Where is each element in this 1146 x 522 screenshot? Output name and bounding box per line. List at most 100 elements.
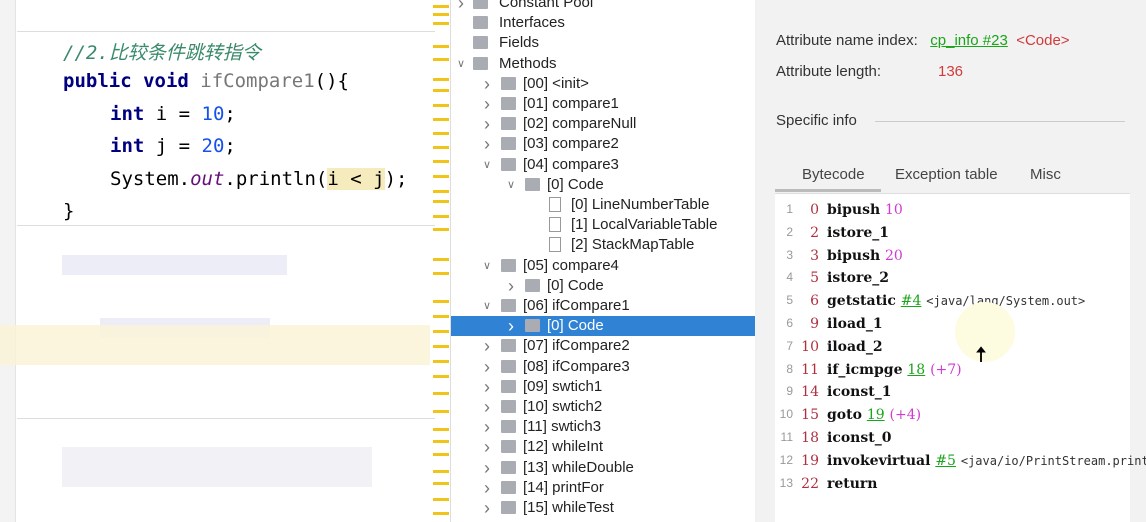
tree-item-label: [12] whileInt <box>523 438 604 456</box>
stripe-mark <box>433 160 449 163</box>
tree-item[interactable]: Fields <box>451 33 756 53</box>
operand: 10 <box>885 202 903 218</box>
tree-item[interactable]: › [10] swtich2 <box>451 397 756 417</box>
line-number: 6 <box>786 316 793 330</box>
chevron-down-icon[interactable]: ∨ <box>505 175 517 195</box>
tree-item[interactable]: ∨ [05] compare4 <box>451 256 756 276</box>
tree-item[interactable]: › [00] <init> <box>451 74 756 94</box>
tree-item[interactable]: ∨ [04] compare3 <box>451 155 756 175</box>
tree-item[interactable]: Interfaces <box>451 13 756 33</box>
operand-comment: (+7) <box>930 361 962 378</box>
tree-item[interactable]: › [0] Code <box>451 316 756 337</box>
folder-icon <box>501 117 516 131</box>
code-line-2: int j = 20; <box>110 135 236 157</box>
chevron-down-icon[interactable]: ∨ <box>481 256 493 276</box>
tree-item[interactable]: ∨ Methods <box>451 54 756 74</box>
tree-item[interactable]: › [02] compareNull <box>451 114 756 134</box>
chevron-right-icon[interactable]: › <box>455 0 467 13</box>
chevron-right-icon[interactable]: › <box>481 94 493 114</box>
stripe-mark <box>433 132 449 135</box>
chevron-right-icon[interactable]: › <box>505 276 517 296</box>
chevron-right-icon[interactable]: › <box>481 498 493 518</box>
chevron-right-icon[interactable]: › <box>505 316 517 336</box>
folder-icon <box>501 400 516 413</box>
file-icon <box>549 197 561 212</box>
tab-misc[interactable]: Misc <box>1030 166 1061 183</box>
operand-comment: (+4) <box>889 407 922 424</box>
tree-item-label: [1] LocalVariableTable <box>571 216 718 234</box>
tree-item[interactable]: › [07] ifCompare2 <box>451 336 756 356</box>
code-editor[interactable]: //2.比较条件跳转指令 public void ifCompare1(){ i… <box>0 0 450 522</box>
tree-item[interactable]: [1] LocalVariableTable <box>451 215 756 235</box>
tree-item[interactable]: › [08] ifCompare3 <box>451 357 756 377</box>
tree-item-label: [04] compare3 <box>523 155 619 173</box>
chevron-down-icon[interactable]: ∨ <box>455 54 467 74</box>
chevron-right-icon[interactable]: › <box>481 114 493 134</box>
cp-info-link[interactable]: cp_info #23 <box>930 32 1008 49</box>
tree-item[interactable]: › [0] Code <box>451 276 756 296</box>
error-stripe[interactable] <box>433 0 449 522</box>
chevron-right-icon[interactable]: › <box>481 417 493 437</box>
tree-item[interactable]: ∨ [0] Code <box>451 175 756 195</box>
stripe-mark <box>433 330 449 333</box>
chevron-down-icon[interactable]: ∨ <box>481 155 493 175</box>
tree-item[interactable]: › [13] whileDouble <box>451 458 756 478</box>
line-number: 9 <box>786 384 793 399</box>
tab-bytecode[interactable]: Bytecode <box>802 166 865 183</box>
instruction: goto 19 (+4) <box>827 407 922 424</box>
chevron-right-icon[interactable]: › <box>481 478 493 498</box>
tree-item-label: [02] compareNull <box>523 115 637 133</box>
operand[interactable]: 18 <box>907 362 925 378</box>
chevron-right-icon[interactable]: › <box>481 377 493 397</box>
stripe-mark <box>433 392 449 395</box>
chevron-down-icon[interactable]: ∨ <box>481 296 493 316</box>
folder-icon <box>501 97 516 110</box>
chevron-right-icon[interactable]: › <box>481 397 493 417</box>
tree-item-label: [08] ifCompare3 <box>523 357 630 375</box>
tree-item[interactable]: › [01] compare1 <box>451 94 756 114</box>
tree-item-label: Constant Pool <box>499 0 594 11</box>
tree-item[interactable]: › Constant Pool <box>451 0 756 13</box>
tree-item[interactable]: › [11] swtich3 <box>451 417 756 437</box>
tree-item[interactable]: [2] StackMapTable <box>451 235 756 255</box>
tree-item[interactable]: › [09] swtich1 <box>451 377 756 397</box>
chevron-right-icon[interactable]: › <box>481 336 493 356</box>
line-number: 1 <box>786 202 793 216</box>
code-line-signature: public void ifCompare1(){ <box>63 70 349 92</box>
tree-item[interactable]: › [15] whileTest <box>451 498 756 518</box>
attribute-info-panel: Attribute name index: cp_info #23 <Code>… <box>755 0 1146 522</box>
tab-exception-table[interactable]: Exception table <box>895 166 998 183</box>
tree-item-label: [0] Code <box>547 175 604 193</box>
tree-item-label: [13] whileDouble <box>523 458 634 476</box>
operand[interactable]: #5 <box>935 453 956 469</box>
class-structure-tree[interactable]: › Constant Pool Interfaces Fields ∨ Methods › [… <box>450 0 756 522</box>
stripe-mark <box>433 345 449 348</box>
tree-item[interactable]: [0] LineNumberTable <box>451 195 756 215</box>
tree-item[interactable]: › [12] whileInt <box>451 437 756 457</box>
chevron-right-icon[interactable]: › <box>481 437 493 457</box>
chevron-right-icon[interactable]: › <box>481 74 493 94</box>
tree-item-label: Methods <box>499 54 557 72</box>
chevron-right-icon[interactable]: › <box>481 458 493 478</box>
bytecode-listing[interactable]: 1 0 bipush 10 2 2 istore_1 3 3 bipush 20 4 5 istore… <box>775 193 1146 522</box>
tree-item-label: [0] LineNumberTable <box>571 196 710 213</box>
tree-item[interactable]: ∨ [06] ifCompare1 <box>451 296 756 316</box>
tree-item[interactable]: › [14] printFor <box>451 478 756 498</box>
stripe-mark <box>433 45 449 48</box>
operand[interactable]: #4 <box>901 293 922 309</box>
stripe-mark <box>433 375 449 378</box>
chevron-right-icon[interactable]: › <box>481 357 493 377</box>
stripe-mark <box>433 13 449 16</box>
tree-item-label: [00] <init> <box>523 74 589 92</box>
divider <box>875 121 1125 122</box>
file-icon <box>549 237 561 253</box>
instruction: bipush 20 <box>827 247 903 264</box>
chevron-right-icon[interactable]: › <box>481 134 493 154</box>
operand[interactable]: 19 <box>867 407 885 423</box>
stripe-mark <box>433 228 449 231</box>
folder-icon <box>501 137 516 151</box>
line-number: 10 <box>779 407 793 422</box>
offset: 0 <box>810 202 819 218</box>
tree-item[interactable]: › [03] compare2 <box>451 134 756 154</box>
stripe-mark <box>433 498 449 501</box>
